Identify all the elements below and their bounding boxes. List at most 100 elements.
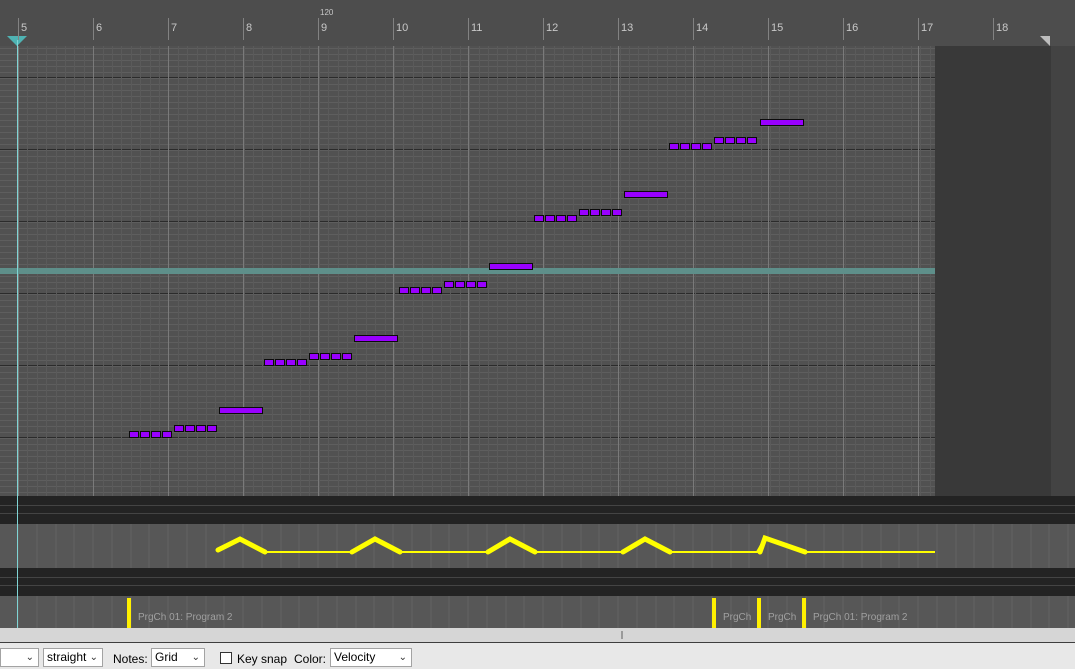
ruler-tick bbox=[318, 18, 319, 40]
ruler-tick bbox=[693, 18, 694, 40]
midi-note[interactable] bbox=[219, 407, 263, 414]
program-change-label-2: PrgCh bbox=[723, 612, 752, 623]
cc-curve-5[interactable] bbox=[757, 534, 808, 555]
bar-number: 8 bbox=[246, 22, 253, 34]
keysnap-checkbox[interactable] bbox=[220, 652, 232, 664]
midi-note[interactable] bbox=[354, 335, 398, 342]
notes-select[interactable]: Grid ⌄ bbox=[151, 648, 205, 667]
midi-note[interactable] bbox=[196, 425, 206, 432]
ruler-tick bbox=[243, 18, 244, 40]
midi-note[interactable] bbox=[477, 281, 487, 288]
cc-curve-4[interactable] bbox=[620, 536, 673, 555]
lane-divider-bottom[interactable] bbox=[0, 568, 1075, 596]
color-mode-select[interactable]: Velocity ⌄ bbox=[330, 648, 412, 667]
midi-note[interactable] bbox=[320, 353, 330, 360]
bar-number: 13 bbox=[621, 22, 634, 34]
midi-note[interactable] bbox=[579, 209, 589, 216]
midi-note[interactable] bbox=[432, 287, 442, 294]
grid-division-select[interactable]: ⌄ bbox=[0, 648, 39, 667]
program-change-marker-4[interactable] bbox=[802, 598, 806, 628]
ruler-tick bbox=[993, 18, 994, 40]
midi-note[interactable] bbox=[747, 137, 757, 144]
midi-note[interactable] bbox=[174, 425, 184, 432]
program-change-label-1: PrgCh 01: Program 2 bbox=[138, 612, 233, 623]
horizontal-scrollbar[interactable] bbox=[0, 628, 1075, 642]
midi-note[interactable] bbox=[556, 215, 566, 222]
midi-note[interactable] bbox=[725, 137, 735, 144]
midi-note[interactable] bbox=[760, 119, 804, 126]
midi-note[interactable] bbox=[489, 263, 533, 270]
bar-number: 12 bbox=[546, 22, 559, 34]
color-label: Color: bbox=[294, 652, 327, 666]
midi-note[interactable] bbox=[534, 215, 544, 222]
timeline-ruler[interactable]: 120 5 6 7 8 9 10 11 12 13 14 15 16 17 18 bbox=[0, 0, 1075, 46]
midi-note[interactable] bbox=[612, 209, 622, 216]
cc-curve-3[interactable] bbox=[485, 536, 538, 555]
midi-note[interactable] bbox=[162, 431, 172, 438]
cc-curve-1[interactable] bbox=[215, 536, 268, 555]
program-change-marker-3[interactable] bbox=[757, 598, 761, 628]
midi-note[interactable] bbox=[275, 359, 285, 366]
midi-note[interactable] bbox=[455, 281, 465, 288]
midi-note[interactable] bbox=[399, 287, 409, 294]
bar-number: 17 bbox=[921, 22, 934, 34]
midi-note[interactable] bbox=[151, 431, 161, 438]
cc-lane[interactable] bbox=[0, 524, 1075, 568]
midi-note[interactable] bbox=[545, 215, 555, 222]
ruler-tick bbox=[918, 18, 919, 40]
after-item-end-area bbox=[935, 46, 1051, 496]
cc-line[interactable] bbox=[217, 536, 935, 553]
bar-number: 15 bbox=[771, 22, 784, 34]
program-change-label-4: PrgCh 01: Program 2 bbox=[813, 612, 908, 623]
scrollbar-thumb[interactable] bbox=[621, 631, 623, 639]
lane-divider-top[interactable] bbox=[0, 496, 1075, 524]
midi-note[interactable] bbox=[129, 431, 139, 438]
chevron-down-icon: ⌄ bbox=[89, 652, 98, 663]
midi-note[interactable] bbox=[444, 281, 454, 288]
midi-note[interactable] bbox=[680, 143, 690, 150]
midi-note[interactable] bbox=[714, 137, 724, 144]
bar-number: 6 bbox=[96, 22, 103, 34]
piano-roll-grid[interactable] bbox=[0, 46, 1075, 496]
program-change-lane[interactable]: PrgCh 01: Program 2 PrgCh PrgCh PrgCh 01… bbox=[0, 596, 1075, 628]
midi-note[interactable] bbox=[567, 215, 577, 222]
midi-note[interactable] bbox=[264, 359, 274, 366]
midi-note[interactable] bbox=[140, 431, 150, 438]
midi-note[interactable] bbox=[466, 281, 476, 288]
midi-note[interactable] bbox=[185, 425, 195, 432]
bar-number: 7 bbox=[171, 22, 178, 34]
program-change-label-3: PrgCh bbox=[768, 612, 797, 623]
bar-number: 18 bbox=[996, 22, 1009, 34]
midi-note[interactable] bbox=[590, 209, 600, 216]
bar-number: 10 bbox=[396, 22, 409, 34]
midi-note[interactable] bbox=[624, 191, 668, 198]
ruler-tick bbox=[843, 18, 844, 40]
midi-note[interactable] bbox=[297, 359, 307, 366]
ruler-tick bbox=[168, 18, 169, 40]
midi-note[interactable] bbox=[702, 143, 712, 150]
edit-cursor-line[interactable] bbox=[17, 40, 18, 630]
midi-note[interactable] bbox=[691, 143, 701, 150]
chevron-down-icon: ⌄ bbox=[25, 652, 34, 663]
tempo-marker: 120 bbox=[320, 8, 334, 17]
midi-note[interactable] bbox=[601, 209, 611, 216]
chevron-down-icon: ⌄ bbox=[398, 652, 407, 663]
program-change-marker-1[interactable] bbox=[127, 598, 131, 628]
swing-mode-select[interactable]: straight ⌄ bbox=[43, 648, 103, 667]
midi-note[interactable] bbox=[410, 287, 420, 294]
loop-end-icon[interactable] bbox=[1040, 36, 1050, 46]
swing-mode-value: straight bbox=[47, 650, 87, 664]
midi-note[interactable] bbox=[309, 353, 319, 360]
cc-envelope-graph[interactable] bbox=[0, 524, 1075, 568]
keysnap-label: Key snap bbox=[237, 652, 288, 666]
chevron-down-icon: ⌄ bbox=[191, 652, 200, 663]
midi-note[interactable] bbox=[331, 353, 341, 360]
bar-number: 5 bbox=[21, 22, 28, 34]
midi-note[interactable] bbox=[736, 137, 746, 144]
midi-note[interactable] bbox=[286, 359, 296, 366]
midi-note[interactable] bbox=[342, 353, 352, 360]
midi-note[interactable] bbox=[669, 143, 679, 150]
program-change-marker-2[interactable] bbox=[712, 598, 716, 628]
midi-note[interactable] bbox=[421, 287, 431, 294]
midi-note[interactable] bbox=[207, 425, 217, 432]
